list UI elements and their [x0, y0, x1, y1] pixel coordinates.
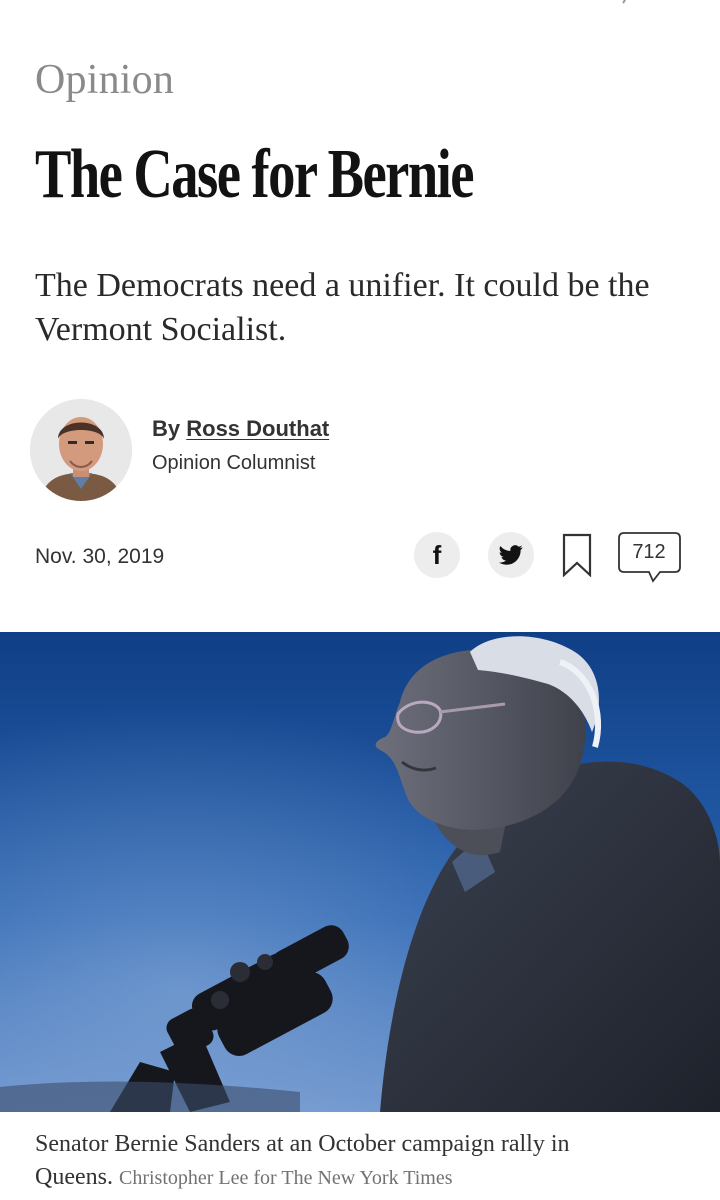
top-edge-mark — [617, 0, 627, 4]
facebook-icon: f — [432, 540, 442, 570]
bookmark-icon — [562, 533, 592, 578]
comment-count: 712 — [632, 541, 666, 563]
twitter-icon — [499, 545, 523, 565]
photo-credit: Christopher Lee for The New York Times — [118, 1167, 453, 1189]
section-label[interactable]: Opinion — [35, 56, 174, 104]
author-avatar[interactable] — [30, 399, 132, 501]
publish-date: Nov. 30, 2019 — [35, 545, 165, 568]
hero-photo-illustration — [0, 632, 720, 1112]
headline: The Case for Bernie — [35, 136, 474, 213]
image-caption: Senator Bernie Sanders at an October cam… — [35, 1128, 695, 1195]
author-portrait-icon — [30, 399, 132, 501]
hero-image — [0, 632, 720, 1112]
twitter-share-button[interactable] — [488, 532, 534, 578]
comments-button[interactable]: 712 — [618, 532, 682, 584]
author-link[interactable]: Ross Douthat — [186, 416, 329, 441]
article-summary: The Democrats need a unifier. It could b… — [35, 267, 650, 348]
author-role: Opinion Columnist — [152, 452, 316, 474]
byline: By Ross Douthat — [152, 416, 329, 442]
byline-prefix: By — [152, 416, 187, 441]
bookmark-button[interactable] — [562, 533, 592, 578]
facebook-share-button[interactable]: f — [414, 532, 460, 578]
